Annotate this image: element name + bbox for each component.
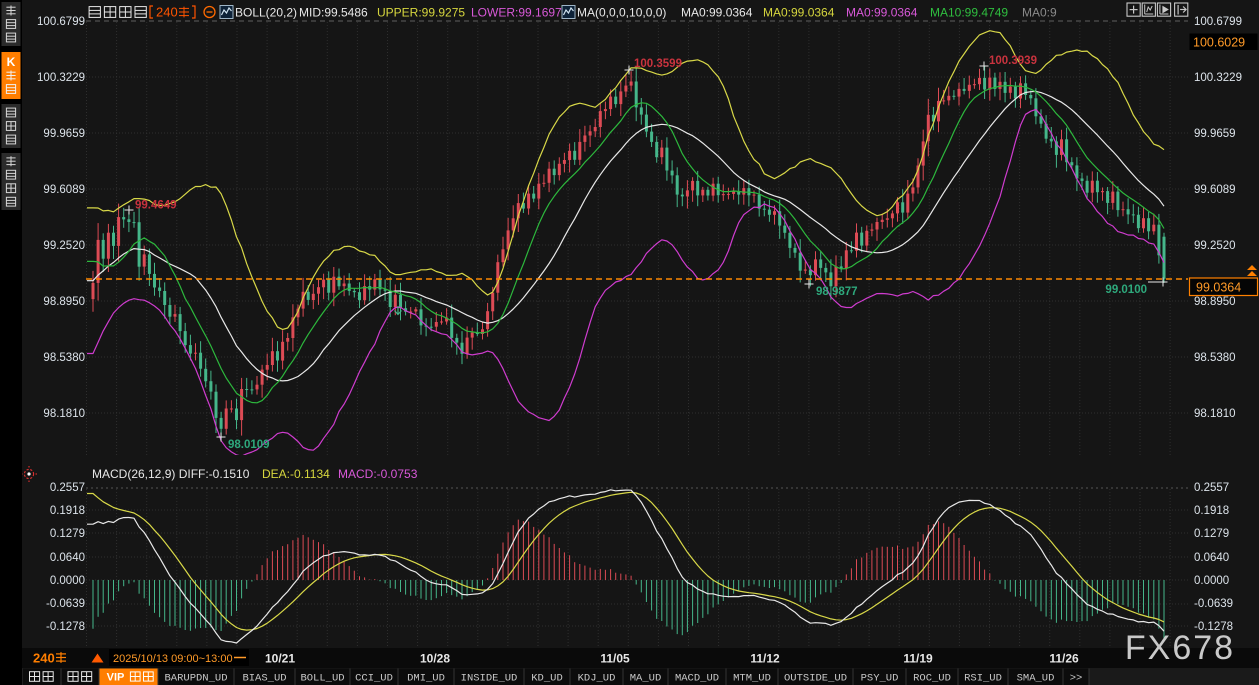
svg-text:MACD(26,12,9) DIFF:-0.1510: MACD(26,12,9) DIFF:-0.1510 (92, 467, 250, 481)
svg-text:0.1918: 0.1918 (50, 505, 85, 517)
svg-text:98.5380: 98.5380 (43, 352, 85, 364)
svg-text:10/28: 10/28 (420, 652, 450, 666)
svg-text:98.1810: 98.1810 (1194, 408, 1236, 420)
svg-text:2025/10/13 09:00~13:00: 2025/10/13 09:00~13:00 (113, 653, 233, 665)
svg-text:LOWER:99.1697: LOWER:99.1697 (471, 6, 562, 20)
svg-text:SMA_UD: SMA_UD (1017, 673, 1055, 685)
svg-text:98.8950: 98.8950 (1194, 296, 1236, 308)
svg-text:0.1918: 0.1918 (1194, 505, 1229, 517)
svg-text:-0.0639: -0.0639 (1194, 598, 1233, 610)
svg-text:0.0640: 0.0640 (1194, 552, 1229, 564)
svg-text:MACD:-0.0753: MACD:-0.0753 (338, 467, 418, 481)
svg-text:MA0:9: MA0:9 (1022, 6, 1057, 20)
svg-text:0.2557: 0.2557 (50, 482, 85, 494)
svg-text:RSI_UD: RSI_UD (964, 673, 1002, 685)
svg-text:BARUPDN_UD: BARUPDN_UD (164, 673, 227, 685)
svg-text:-0.0639: -0.0639 (46, 598, 85, 610)
svg-text:CCI_UD: CCI_UD (355, 673, 393, 685)
svg-text:MA(0,0,0,10,0,0): MA(0,0,0,10,0,0) (577, 6, 666, 20)
svg-text:MA0:99.0364: MA0:99.0364 (763, 6, 835, 20)
svg-text:MTM_UD: MTM_UD (733, 673, 771, 685)
svg-text:0.0000: 0.0000 (50, 575, 85, 587)
svg-text:FX678: FX678 (1125, 629, 1235, 667)
svg-text:MA_UD: MA_UD (630, 673, 662, 685)
svg-text:UPPER:99.9275: UPPER:99.9275 (377, 6, 465, 20)
svg-text:MACD_UD: MACD_UD (675, 673, 719, 685)
svg-text:99.0364: 99.0364 (1196, 281, 1241, 295)
svg-text:MA0:99.0364: MA0:99.0364 (681, 6, 753, 20)
svg-text:99.2520: 99.2520 (1194, 240, 1236, 252)
svg-text:10/21: 10/21 (265, 652, 295, 666)
svg-text:OUTSIDE_UD: OUTSIDE_UD (784, 673, 847, 685)
svg-text:DMI_UD: DMI_UD (407, 673, 445, 685)
svg-text:100.3599: 100.3599 (634, 58, 682, 70)
svg-text:100.6799: 100.6799 (1194, 16, 1242, 28)
svg-text:MID:99.5486: MID:99.5486 (299, 6, 368, 20)
svg-text:240: 240 (33, 651, 55, 666)
svg-text:BOLL_UD: BOLL_UD (300, 673, 344, 685)
svg-text:KD_UD: KD_UD (531, 673, 563, 685)
svg-text:KDJ_UD: KDJ_UD (578, 673, 616, 685)
svg-text:MA10:99.4749: MA10:99.4749 (930, 6, 1008, 20)
svg-text:100.3229: 100.3229 (1194, 72, 1242, 84)
svg-text:99.4649: 99.4649 (135, 200, 177, 212)
svg-text:240: 240 (156, 5, 178, 20)
svg-text:BIAS_UD: BIAS_UD (242, 673, 286, 685)
svg-text:VIP: VIP (107, 672, 125, 684)
svg-text:99.9659: 99.9659 (43, 128, 85, 140)
svg-text:-0.1278: -0.1278 (46, 621, 85, 633)
svg-text:K: K (7, 55, 16, 69)
svg-text:0.1279: 0.1279 (50, 528, 85, 540)
svg-text:PSY_UD: PSY_UD (861, 673, 899, 685)
svg-text:98.5380: 98.5380 (1194, 352, 1236, 364)
svg-text:98.0109: 98.0109 (228, 439, 270, 451)
svg-text:100.6799: 100.6799 (37, 16, 85, 28)
svg-text:99.2520: 99.2520 (43, 240, 85, 252)
svg-text:99.6089: 99.6089 (43, 184, 85, 196)
svg-text:98.8950: 98.8950 (43, 296, 85, 308)
svg-text:11/05: 11/05 (600, 652, 630, 666)
svg-text:DEA:-0.1134: DEA:-0.1134 (262, 467, 330, 481)
svg-text:99.9659: 99.9659 (1194, 128, 1236, 140)
svg-text:100.3229: 100.3229 (37, 72, 85, 84)
svg-text:0.1279: 0.1279 (1194, 528, 1229, 540)
svg-text:11/26: 11/26 (1049, 652, 1079, 666)
svg-text:MA0:99.0364: MA0:99.0364 (846, 6, 918, 20)
svg-text:11/19: 11/19 (903, 652, 933, 666)
svg-text:11/12: 11/12 (750, 652, 780, 666)
svg-text:0.0000: 0.0000 (1194, 575, 1229, 587)
svg-text:99.0100: 99.0100 (1105, 284, 1147, 296)
svg-text:BOLL(20,2): BOLL(20,2) (235, 6, 297, 20)
svg-text:0.2557: 0.2557 (1194, 482, 1229, 494)
svg-text:98.9877: 98.9877 (816, 286, 858, 298)
svg-text:0.0640: 0.0640 (50, 552, 85, 564)
svg-text:>>: >> (1070, 673, 1083, 685)
svg-text:98.1810: 98.1810 (43, 408, 85, 420)
svg-text:100.6029: 100.6029 (1193, 36, 1245, 50)
svg-text:99.6089: 99.6089 (1194, 184, 1236, 196)
svg-text:ROC_UD: ROC_UD (913, 673, 951, 685)
svg-text:100.3939: 100.3939 (989, 55, 1037, 67)
svg-text:INSIDE_UD: INSIDE_UD (461, 673, 518, 685)
